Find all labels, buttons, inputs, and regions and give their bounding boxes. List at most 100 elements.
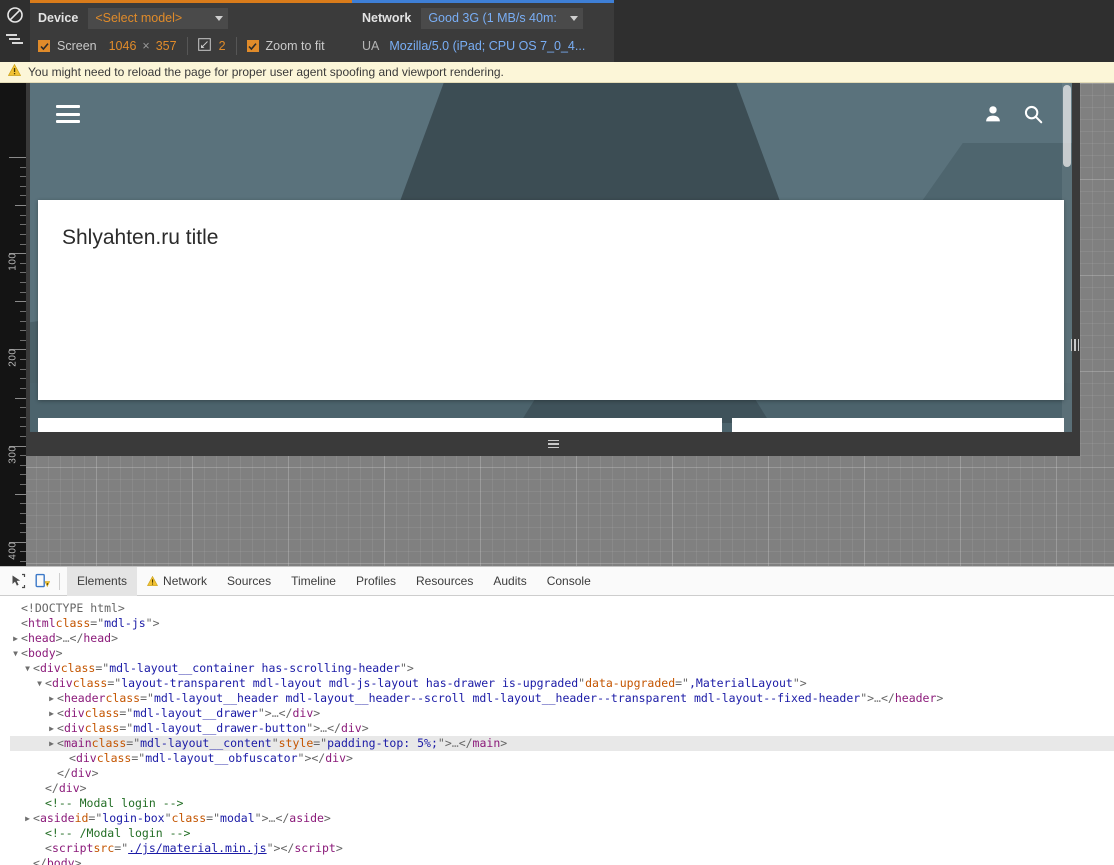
page-content-card: Shlyahten.ru title — [38, 200, 1064, 400]
warning-triangle-icon — [7, 63, 22, 81]
dom-tree-line[interactable]: ▼ < div class =" layout-transparent mdl-layo… — [10, 676, 1114, 691]
viewport-scrollbar[interactable] — [1062, 83, 1072, 432]
tab-label: Resources — [416, 574, 474, 588]
dom-tree-line[interactable]: ▶ < head >… </head > — [10, 631, 1114, 646]
dom-twisty-icon[interactable]: ▶ — [46, 691, 57, 706]
tab-network[interactable]: Network — [137, 567, 217, 596]
dom-twisty-icon[interactable]: ▼ — [34, 676, 45, 691]
dom-token: < — [57, 706, 64, 720]
dom-token: class — [91, 736, 127, 750]
dom-token: > — [335, 841, 343, 855]
dom-token: < — [57, 721, 64, 735]
hamburger-menu-icon[interactable] — [56, 105, 80, 123]
zoom-to-fit-checkbox[interactable] — [246, 40, 259, 52]
tab-profiles[interactable]: Profiles — [346, 567, 406, 596]
emulation-stage: Shlyahten.ru title 100 200 300 400 — [0, 83, 1114, 566]
dom-tree-line[interactable]: </div > — [10, 781, 1114, 796]
dom-tree-line[interactable]: ▶ < main class =" mdl-layout__content " style… — [10, 736, 1114, 751]
tab-console[interactable]: Console — [537, 567, 601, 596]
toolbar-filler — [614, 0, 1114, 62]
account-icon[interactable] — [982, 103, 1004, 125]
devtools-window: Device <Select model> Screen 1046 × 357 — [0, 0, 1114, 865]
dom-token: src — [93, 841, 115, 855]
dom-tree[interactable]: <!DOCTYPE html> < html class =" mdl-js "> ▶ < he… — [0, 596, 1114, 865]
device-model-select[interactable]: <Select model> — [88, 7, 229, 29]
dom-tree-line[interactable]: ▼ < body > — [10, 646, 1114, 661]
ruler-tick — [20, 407, 26, 409]
ruler-tick — [20, 484, 26, 486]
chevron-down-icon — [215, 15, 224, 21]
ruler-tick — [9, 157, 26, 158]
dom-token: =" — [131, 751, 146, 765]
dom-token: < — [21, 631, 28, 645]
dom-twisty-icon[interactable]: ▶ — [46, 721, 57, 736]
dom-tree-line[interactable]: <!DOCTYPE html> — [10, 601, 1114, 616]
device-mode-icon[interactable] — [30, 569, 54, 593]
dom-tree-line[interactable]: < script src =" ./js/material.min.js "></scr… — [10, 841, 1114, 856]
dom-token: "> — [306, 721, 321, 735]
device-section-label: Device — [38, 11, 79, 25]
dom-twisty-icon[interactable]: ▶ — [10, 631, 21, 646]
dom-token: </ — [278, 706, 293, 720]
dom-tree-line[interactable]: </body > — [10, 856, 1114, 865]
screen-checkbox[interactable] — [38, 40, 50, 52]
ruler-tick — [20, 330, 26, 332]
user-agent-value[interactable]: Mozilla/5.0 (iPad; CPU OS 7_0_4... — [389, 39, 585, 53]
search-icon[interactable] — [1022, 103, 1044, 125]
ruler-tick — [20, 387, 26, 389]
network-section: Network Good 3G (1 MB/s 40m: UA Mozilla/… — [352, 0, 614, 62]
tab-elements[interactable]: Elements — [67, 566, 138, 596]
inspect-element-icon[interactable] — [6, 569, 30, 593]
dom-token: =" — [90, 616, 105, 630]
dom-twisty-icon[interactable]: ▶ — [46, 706, 57, 721]
dom-twisty-icon[interactable]: ▶ — [22, 811, 33, 826]
device-pixel-ratio-field[interactable]: 2 — [219, 39, 226, 53]
tab-timeline[interactable]: Timeline — [281, 567, 346, 596]
viewport-resize-handle-right[interactable] — [1068, 328, 1082, 362]
dom-token: … — [271, 706, 279, 720]
viewport-scrollbar-thumb[interactable] — [1063, 85, 1071, 167]
dom-token: =" — [140, 691, 154, 705]
dom-token: =" — [119, 706, 134, 720]
viewport-resize-handle-bottom[interactable] — [26, 432, 1080, 456]
ruler-tick — [20, 512, 26, 514]
dom-tree-line[interactable]: </div > — [10, 766, 1114, 781]
dom-token: header — [63, 691, 106, 705]
dom-token: </ — [45, 781, 59, 795]
ruler-tick — [15, 397, 26, 399]
ruler-tick — [20, 474, 26, 476]
dom-token: … — [62, 631, 70, 645]
screen-width-field[interactable]: 1046 — [109, 39, 137, 53]
dom-twisty-icon[interactable]: ▶ — [46, 736, 57, 751]
dom-tree-line[interactable]: <!-- /Modal login --> — [10, 826, 1114, 841]
dom-token: layout-transparent mdl-layout mdl-js-lay… — [121, 676, 579, 690]
dom-token[interactable]: ./js/material.min.js — [128, 841, 266, 856]
chevron-down-icon-network — [570, 15, 579, 21]
ruler-tick — [20, 464, 26, 466]
dom-token: class — [96, 751, 132, 765]
dom-twisty-icon[interactable]: ▼ — [22, 661, 33, 676]
dom-tree-line[interactable]: < html class =" mdl-js "> — [10, 616, 1114, 631]
dom-twisty-icon[interactable]: ▼ — [10, 646, 21, 661]
emulated-viewport[interactable]: Shlyahten.ru title — [30, 83, 1072, 432]
network-conditions-icon[interactable] — [6, 33, 24, 51]
ruler-tick — [20, 310, 26, 312]
dom-tree-line[interactable]: ▼ < div class =" mdl-layout__container has-s… — [10, 661, 1114, 676]
dom-tree-line[interactable]: ▶ < div class =" mdl-layout__drawer-button ">… — [10, 721, 1114, 736]
device-pixel-ratio-icon — [197, 38, 211, 54]
tab-resources[interactable]: Resources — [406, 567, 483, 596]
dom-tree-line[interactable]: ▶ < aside id =" login-box " class =" modal ">… </… — [10, 811, 1114, 826]
dom-tree-line[interactable]: ▶ < div class =" mdl-layout__drawer ">… </div > — [10, 706, 1114, 721]
ruler-tick — [20, 320, 26, 322]
tab-sources[interactable]: Sources — [217, 567, 281, 596]
dom-token: body — [46, 856, 75, 865]
dom-tree-line[interactable]: ▶ < header class =" mdl-layout__header mdl-l… — [10, 691, 1114, 706]
tab-audits[interactable]: Audits — [483, 567, 536, 596]
dom-tree-line[interactable]: <!-- Modal login --> — [10, 796, 1114, 811]
no-override-icon[interactable] — [6, 6, 24, 24]
dom-tree-line[interactable]: < div class =" mdl-layout__obfuscator "></di… — [10, 751, 1114, 766]
network-throttling-select[interactable]: Good 3G (1 MB/s 40m: — [421, 7, 584, 29]
device-emulation-toolbar: Device <Select model> Screen 1046 × 357 — [0, 0, 1114, 62]
screen-height-field[interactable]: 357 — [156, 39, 177, 53]
dom-token: <!-- Modal login --> — [45, 796, 184, 810]
